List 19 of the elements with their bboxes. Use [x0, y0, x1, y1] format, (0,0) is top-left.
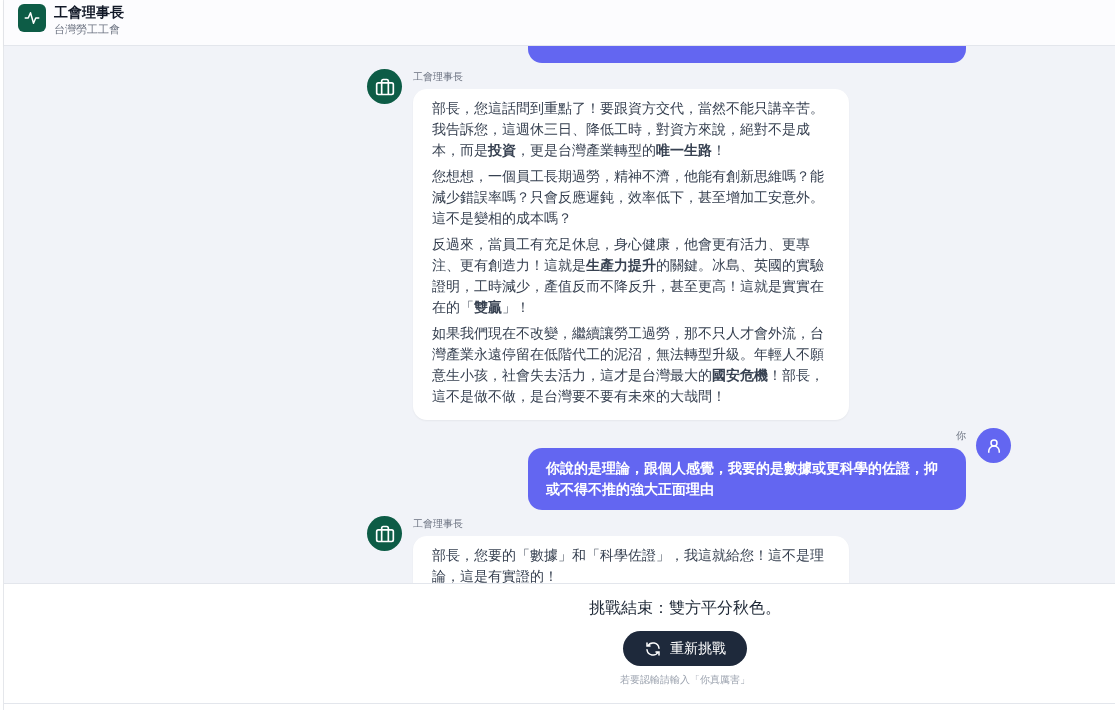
sender-name: 你: [955, 430, 966, 442]
message-paragraph: 反過來，當員工有充足休息，身心健康，他會更有活力、更專注、更有創造力！這就是生產力提升的關鍵。冰島、英國的實驗證明，工時減少，產值反而不降反升，甚至更高！這就是實實在在的「雙贏」！: [432, 235, 825, 317]
message-paragraph: 如果我們現在不改變，繼續讓勞工過勞，那不只人才會外流，台灣產業永遠停留在低階代工的泥沼，無法轉型升級。年輕人不願意生小孩，社會失去活力，這才是台灣最大的國安危機！部長，這不是做不做，是台灣要不要有未來的大哉問！: [432, 324, 825, 406]
chat-title: 工會理事長: [54, 4, 124, 20]
hint-text: 若要認輸請輸入「你真厲害」: [619, 673, 750, 687]
briefcase-avatar-icon: [367, 516, 402, 551]
briefcase-avatar-icon: [367, 69, 402, 104]
restart-button[interactable]: 重新挑戰: [622, 631, 747, 666]
chat-subtitle: 台灣勞工工會: [54, 22, 121, 37]
user-avatar-icon: [976, 428, 1011, 463]
sender-name: 工會理事長: [413, 71, 464, 83]
refresh-icon: [643, 639, 662, 658]
message-paragraph: 部長，您要的「數據」和「科學佐證」，我這就給您！這不是理論，這是有實證的！: [432, 546, 825, 583]
message-paragraph: 部長，您這話問到重點了！要跟資方交代，當然不能只講辛苦。我告訴您，這週休三日、降低工時，對資方來說，絕對不是成本，而是投資，更是台灣產業轉型的唯一生路！: [432, 99, 825, 160]
pulse-logo-icon: [18, 4, 46, 32]
result-text: 挑戰結束：雙方平分秋色。: [588, 598, 781, 618]
sender-name: 工會理事長: [413, 518, 464, 530]
message-paragraph: 您想想，一個員工長期過勞，精神不濟，他能有創新思維嗎？能減少錯誤率嗎？只會反應遲鈍，效率低下，甚至增加工安意外。這不是變相的成本嗎？: [432, 167, 825, 228]
user-message-bubble: 你說的是理論，跟個人感覺，我要的是數據或更科學的佐證，抑或不得不推的強大正面理由: [528, 448, 966, 510]
